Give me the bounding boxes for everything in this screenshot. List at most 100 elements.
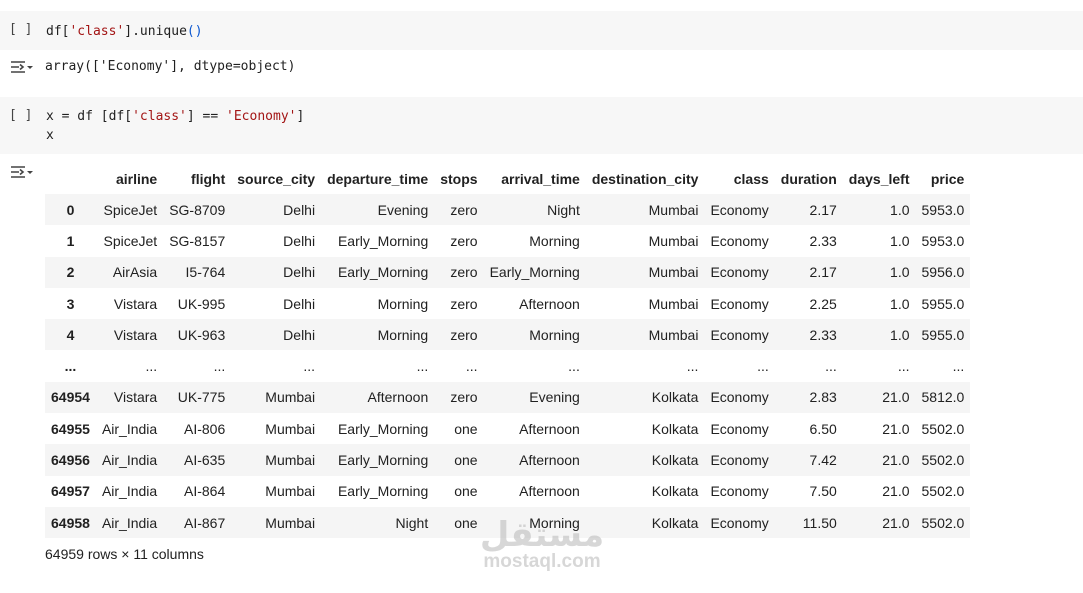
table-cell: ... (145, 358, 158, 375)
code-token: df[ (46, 24, 70, 39)
row-index: 64955 (51, 420, 90, 437)
table-cell: one (454, 452, 478, 469)
output-options-icon-svg (11, 166, 33, 178)
table-cell: Air_India (101, 452, 158, 469)
table-cell: SpiceJet (103, 201, 158, 218)
table-cell: Kolkata (651, 452, 699, 469)
table-cell: UK-775 (177, 389, 226, 406)
table-cell: 5953.0 (921, 201, 965, 218)
table-row: 64956 Air_India AI-635 Mumbai Early_Morning o… (45, 444, 971, 476)
table-cell: 5953.0 (921, 232, 965, 249)
table-cell: Afternoon (519, 452, 580, 469)
table-cell: Economy (710, 326, 769, 343)
code-token: ] (296, 109, 305, 124)
table-cell: zero (450, 264, 478, 281)
table-cell: ... (825, 358, 837, 375)
table-cell: 21.0 (882, 483, 910, 500)
table-cell: UK-995 (177, 295, 226, 312)
table-cell: Morning (529, 326, 580, 343)
table-row: 64954 Vistara UK-775 Mumbai Afternoon zero Eve… (45, 381, 971, 414)
table-cell: AI-864 (184, 483, 226, 500)
table-cell: Mumbai (265, 420, 316, 437)
code-editor[interactable]: df['class'].unique() (46, 22, 203, 41)
table-cell: Economy (710, 452, 769, 469)
table-cell: Night (547, 201, 580, 218)
table-cell: Early_Morning (337, 483, 429, 500)
output-options-icon[interactable] (9, 58, 33, 78)
table-cell: 2.17 (809, 201, 837, 218)
row-index: 0 (66, 201, 75, 218)
run-cell-button[interactable]: [ ] (9, 22, 32, 37)
column-header: duration (780, 171, 837, 187)
table-cell: Air_India (101, 514, 158, 531)
table-row: 1 SpiceJet SG-8157 Delhi Early_Morning zero Mo… (45, 225, 970, 256)
table-cell: 1.0 (890, 295, 910, 312)
table-cell: 5502.0 (921, 420, 965, 437)
table-cell: SpiceJet (103, 232, 158, 249)
table-cell: Mumbai (265, 389, 316, 406)
table-cell: Kolkata (651, 514, 699, 531)
table-cell: SG-8157 (169, 232, 226, 249)
table-cell: Economy (710, 201, 769, 218)
table-cell: ... (465, 358, 478, 375)
table-cell: 21.0 (882, 420, 910, 437)
table-cell: Early_Morning (337, 264, 429, 281)
table-cell: ... (757, 358, 769, 375)
table-cell: 21.0 (882, 514, 910, 531)
code-cell-2[interactable]: [ ] x = df [df['class'] == 'Economy'] x (0, 97, 1083, 154)
table-cell: 2.33 (809, 326, 837, 343)
table-cell: Kolkata (651, 389, 699, 406)
table-cell: Mumbai (265, 452, 316, 469)
table-row: 0 SpiceJet SG-8709 Delhi Evening zero Night Mum… (45, 194, 971, 226)
table-cell: one (454, 483, 478, 500)
table-cell: one (454, 420, 478, 437)
run-cell-button[interactable]: [ ] (9, 108, 32, 123)
table-row: 64958 Air_India AI-867 Mumbai Night one Mornin… (45, 506, 971, 539)
table-cell: 11.50 (802, 514, 837, 531)
table-cell: 5955.0 (921, 295, 965, 312)
code-editor[interactable]: x = df [df['class'] == 'Economy'] x (46, 107, 304, 145)
row-index: 64954 (51, 389, 90, 406)
table-row: .................................... (45, 350, 970, 381)
code-token: x = df [df[ (46, 109, 133, 124)
dataframe-table: airline flight source_city departure_time st… (45, 164, 971, 539)
table-cell: zero (450, 326, 478, 343)
table-cell: Vistara (113, 295, 158, 312)
table-cell: Kolkata (651, 420, 699, 437)
table-cell: Early_Morning (337, 420, 429, 437)
table-cell: 6.50 (809, 420, 837, 437)
table-cell: 5502.0 (921, 514, 965, 531)
table-cell: zero (450, 389, 478, 406)
column-header: days_left (848, 171, 910, 187)
table-cell: UK-963 (177, 326, 226, 343)
table-cell: Early_Morning (337, 232, 429, 249)
code-paren: () (186, 24, 203, 39)
table-cell: Afternoon (519, 420, 580, 437)
table-cell: Mumbai (648, 326, 699, 343)
output-text: array(['Economy'], dtype=object) (45, 59, 296, 74)
table-cell: ... (952, 358, 965, 375)
table-cell: AI-806 (184, 420, 226, 437)
table-cell: Evening (377, 201, 429, 218)
header-row: airline flight source_city departure_time st… (45, 164, 970, 194)
row-index: 2 (66, 264, 75, 281)
output-options-icon-svg (11, 61, 33, 73)
table-cell: zero (450, 232, 478, 249)
index-header (45, 164, 96, 194)
column-header: class (733, 171, 769, 187)
table-cell: 1.0 (890, 201, 910, 218)
table-header: airline flight source_city departure_time st… (45, 164, 970, 194)
output-area-1: array(['Economy'], dtype=object) (0, 50, 1083, 96)
table-cell: Morning (529, 514, 580, 531)
code-cell-1[interactable]: [ ] df['class'].unique() (0, 11, 1083, 50)
table-cell: Evening (529, 389, 580, 406)
table-cell: Mumbai (265, 483, 316, 500)
table-cell: 5502.0 (921, 483, 965, 500)
table-cell: Mumbai (648, 201, 699, 218)
column-header: flight (191, 171, 226, 187)
table-cell: zero (450, 295, 478, 312)
table-cell: Mumbai (265, 514, 316, 531)
output-options-icon[interactable] (9, 163, 33, 183)
table-cell: Air_India (101, 420, 158, 437)
table-cell: Afternoon (519, 483, 580, 500)
